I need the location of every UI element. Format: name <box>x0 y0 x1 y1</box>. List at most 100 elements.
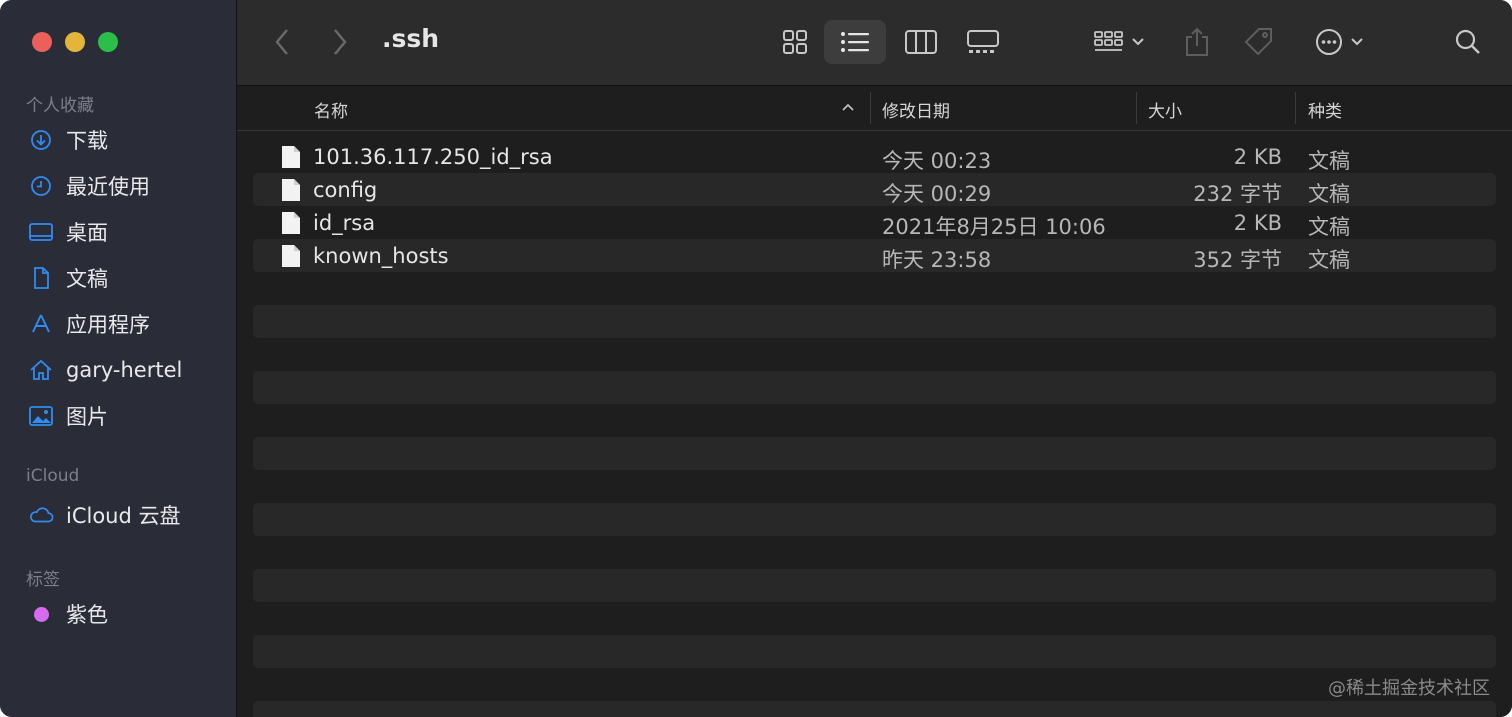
sidebar-item-desktop[interactable]: 桌面 <box>28 217 108 247</box>
more-actions-button[interactable] <box>1306 20 1372 64</box>
file-size: 2 KB <box>1233 211 1282 235</box>
file-date: 今天 00:23 <box>882 149 992 173</box>
sidebar-item-label: 文稿 <box>66 267 108 291</box>
file-kind: 文稿 <box>1308 149 1350 173</box>
row-stripe <box>253 569 1496 602</box>
sidebar-item-recents[interactable]: 最近使用 <box>28 171 150 201</box>
sidebar-item-label: 桌面 <box>66 221 108 245</box>
applications-icon <box>28 311 54 337</box>
sidebar-item-label: iCloud 云盘 <box>66 504 181 528</box>
icon-view-icon <box>783 30 807 54</box>
sidebar-item-home[interactable]: gary-hertel <box>28 355 182 385</box>
back-button[interactable] <box>267 25 297 59</box>
sidebar-item-label: 最近使用 <box>66 175 150 199</box>
gallery-view-icon <box>967 30 999 53</box>
chevron-down-icon <box>1351 38 1363 46</box>
column-separator[interactable] <box>870 92 871 124</box>
sidebar-section-tags: 标签 <box>26 570 60 590</box>
forward-button[interactable] <box>325 25 355 59</box>
sidebar-item-applications[interactable]: 应用程序 <box>28 309 150 339</box>
finder-window: 个人收藏 下载 最近使用 桌面 文稿 应用程序 gary-hertel 图片 i… <box>0 0 1512 717</box>
column-view-button[interactable] <box>896 20 946 64</box>
gallery-view-button[interactable] <box>958 20 1008 64</box>
document-icon <box>28 265 54 291</box>
file-date: 今天 00:29 <box>882 182 992 206</box>
document-file-icon <box>282 179 300 201</box>
column-size-header[interactable]: 大小 <box>1148 97 1182 122</box>
row-stripe <box>253 437 1496 470</box>
list-view-icon <box>841 32 869 52</box>
column-date-header[interactable]: 修改日期 <box>882 97 950 122</box>
tag-color-dot-icon <box>28 601 54 627</box>
column-view-icon <box>905 30 937 54</box>
sidebar-section-favorites: 个人收藏 <box>26 96 94 116</box>
watermark: @稀土掘金技术社区 <box>1328 678 1490 699</box>
file-size: 2 KB <box>1233 145 1282 169</box>
zoom-button[interactable] <box>98 32 118 52</box>
row-stripe <box>253 503 1496 536</box>
file-name: known_hosts <box>313 244 449 268</box>
desktop-icon <box>28 219 54 245</box>
chevron-left-icon <box>275 29 288 55</box>
column-name-header[interactable]: 名称 <box>314 97 348 122</box>
file-row[interactable]: 101.36.117.250_id_rsa 今天 00:23 2 KB 文稿 <box>253 140 1496 173</box>
window-controls <box>32 32 118 52</box>
document-file-icon <box>282 212 300 234</box>
file-kind: 文稿 <box>1308 215 1350 239</box>
photo-icon <box>28 403 54 429</box>
file-size: 232 字节 <box>1193 182 1282 206</box>
share-icon <box>1186 27 1208 56</box>
sidebar-item-label: 图片 <box>66 405 108 429</box>
file-kind: 文稿 <box>1308 182 1350 206</box>
file-name: 101.36.117.250_id_rsa <box>313 145 553 169</box>
sidebar-item-pictures[interactable]: 图片 <box>28 401 108 431</box>
column-header: 名称 修改日期 大小 种类 <box>237 86 1512 131</box>
chevron-down-icon <box>1132 38 1144 46</box>
sidebar-item-icloud-drive[interactable]: iCloud 云盘 <box>28 500 181 530</box>
sidebar-item-label: 下载 <box>66 129 108 153</box>
file-name: config <box>313 178 378 202</box>
search-icon <box>1455 29 1480 54</box>
window-title: .ssh <box>382 24 440 53</box>
sidebar-item-documents[interactable]: 文稿 <box>28 263 108 293</box>
icon-view-button[interactable] <box>772 20 818 64</box>
download-icon <box>28 127 54 153</box>
document-file-icon <box>282 245 300 267</box>
file-date: 昨天 23:58 <box>882 248 992 272</box>
list-view-button[interactable] <box>824 20 886 64</box>
sidebar-section-icloud: iCloud <box>26 466 80 486</box>
file-row[interactable]: config 今天 00:29 232 字节 文稿 <box>253 173 1496 206</box>
row-stripe <box>253 635 1496 668</box>
search-button[interactable] <box>1448 22 1488 62</box>
close-button[interactable] <box>32 32 52 52</box>
file-row[interactable]: known_hosts 昨天 23:58 352 字节 文稿 <box>253 239 1496 272</box>
minimize-button[interactable] <box>65 32 85 52</box>
more-actions-icon <box>1316 29 1342 55</box>
file-list: 101.36.117.250_id_rsa 今天 00:23 2 KB 文稿 c… <box>237 131 1512 717</box>
file-row[interactable]: id_rsa 2021年8月25日 10:06 2 KB 文稿 <box>253 206 1496 239</box>
home-icon <box>28 357 54 383</box>
sidebar-item-label: 应用程序 <box>66 313 150 337</box>
cloud-icon <box>28 502 54 528</box>
sidebar-item-tag-purple[interactable]: 紫色 <box>28 599 108 629</box>
share-button[interactable] <box>1178 20 1216 64</box>
tag-icon <box>1244 28 1272 56</box>
column-separator[interactable] <box>1136 92 1137 124</box>
column-kind-header[interactable]: 种类 <box>1308 97 1342 122</box>
file-name: id_rsa <box>313 211 376 235</box>
group-by-button[interactable] <box>1088 20 1150 64</box>
column-separator[interactable] <box>1295 92 1296 124</box>
sidebar: 个人收藏 下载 最近使用 桌面 文稿 应用程序 gary-hertel 图片 i… <box>0 0 237 717</box>
chevron-right-icon <box>334 29 347 55</box>
file-size: 352 字节 <box>1193 248 1282 272</box>
file-date: 2021年8月25日 10:06 <box>882 215 1106 239</box>
row-stripe <box>253 701 1496 717</box>
row-stripe <box>253 371 1496 404</box>
sidebar-item-downloads[interactable]: 下载 <box>28 125 108 155</box>
sort-ascending-icon[interactable] <box>841 102 855 112</box>
clock-icon <box>28 173 54 199</box>
sidebar-item-label: gary-hertel <box>66 358 183 382</box>
document-file-icon <box>282 146 300 168</box>
tag-button[interactable] <box>1238 20 1280 64</box>
group-by-icon <box>1094 31 1123 51</box>
